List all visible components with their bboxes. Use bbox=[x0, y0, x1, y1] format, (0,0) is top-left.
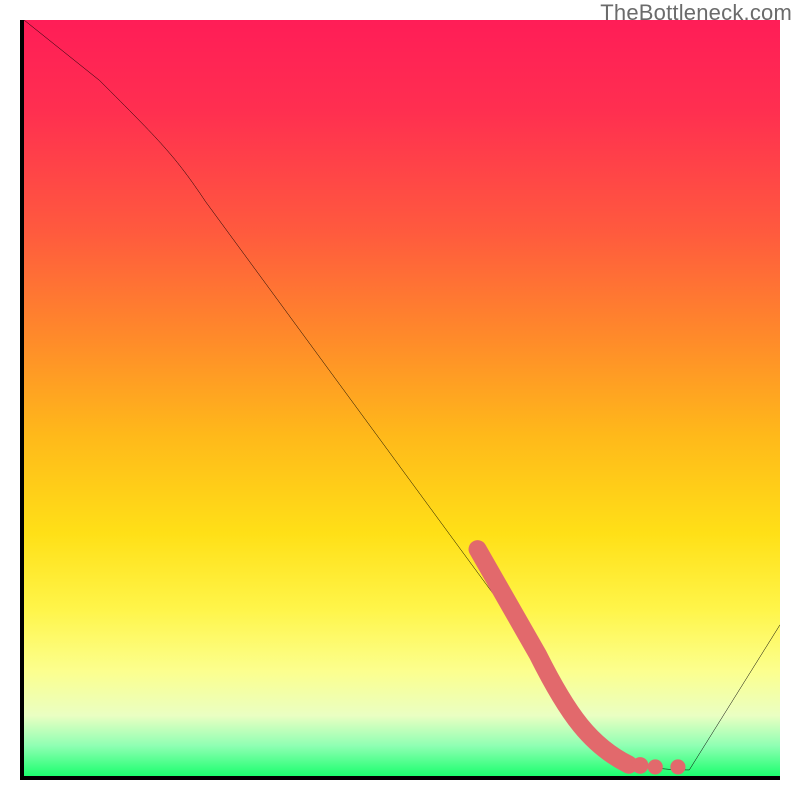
match-zone-dot bbox=[632, 757, 649, 774]
match-zone-dot bbox=[670, 759, 685, 774]
bottleneck-curve-line bbox=[24, 20, 780, 770]
chart-svg bbox=[24, 20, 780, 776]
chart-stage: TheBottleneck.com bbox=[0, 0, 800, 800]
plot-area bbox=[20, 20, 780, 780]
match-zone-dot bbox=[648, 759, 663, 774]
match-zone-highlight bbox=[478, 549, 629, 764]
